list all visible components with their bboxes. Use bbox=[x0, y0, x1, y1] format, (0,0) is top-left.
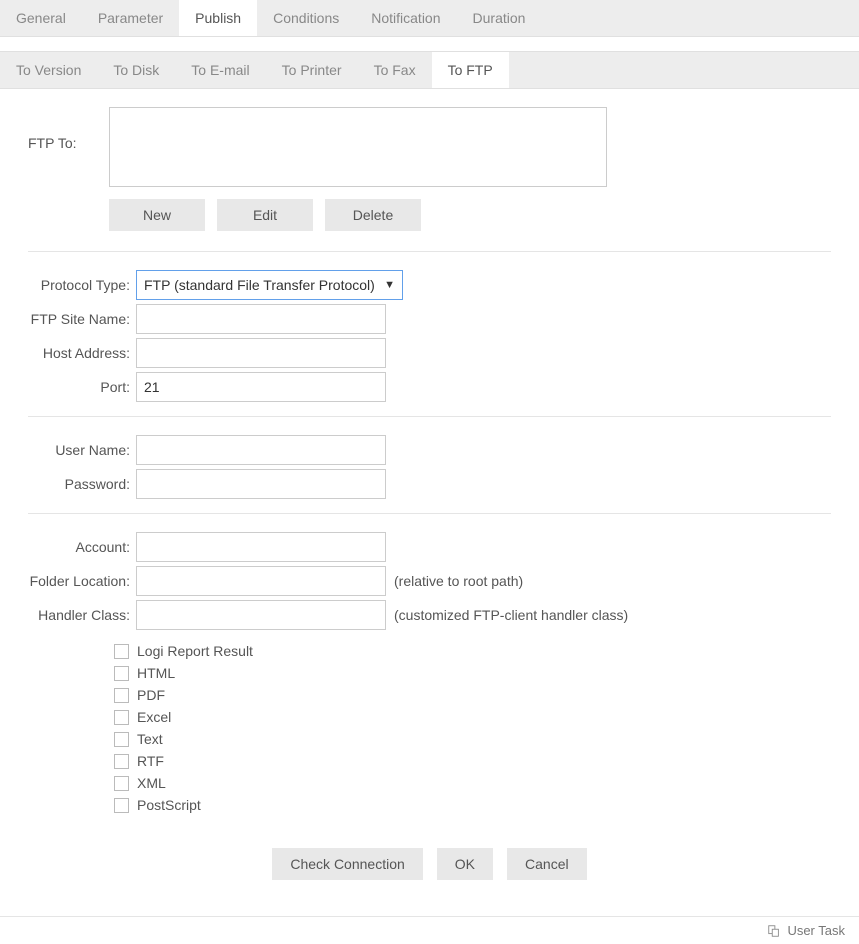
checkbox-text[interactable] bbox=[114, 732, 129, 747]
tab-notification[interactable]: Notification bbox=[355, 0, 456, 36]
delete-button[interactable]: Delete bbox=[325, 199, 421, 231]
checkbox-label-logi-report-result: Logi Report Result bbox=[137, 643, 253, 659]
tab-to-fax[interactable]: To Fax bbox=[358, 52, 432, 88]
tab-general[interactable]: General bbox=[0, 0, 82, 36]
ftp-to-label: FTP To: bbox=[28, 107, 109, 151]
port-input[interactable] bbox=[136, 372, 386, 402]
protocol-type-label: Protocol Type: bbox=[28, 277, 136, 293]
user-name-input[interactable] bbox=[136, 435, 386, 465]
ftp-site-name-label: FTP Site Name: bbox=[28, 311, 136, 327]
tab-duration[interactable]: Duration bbox=[457, 0, 542, 36]
checkbox-label-text: Text bbox=[137, 731, 163, 747]
folder-location-input[interactable] bbox=[136, 566, 386, 596]
protocol-type-select[interactable]: FTP (standard File Transfer Protocol) bbox=[136, 270, 403, 300]
password-label: Password: bbox=[28, 476, 136, 492]
handler-class-hint: (customized FTP-client handler class) bbox=[394, 607, 628, 623]
new-button[interactable]: New bbox=[109, 199, 205, 231]
checkbox-label-xml: XML bbox=[137, 775, 166, 791]
checkbox-logi-report-result[interactable] bbox=[114, 644, 129, 659]
account-input[interactable] bbox=[136, 532, 386, 562]
bottom-bar: User Task bbox=[0, 916, 859, 944]
tab-to-email[interactable]: To E-mail bbox=[175, 52, 265, 88]
tab-to-ftp[interactable]: To FTP bbox=[432, 52, 509, 88]
checkbox-rtf[interactable] bbox=[114, 754, 129, 769]
user-task-label: User Task bbox=[787, 923, 845, 938]
ok-button[interactable]: OK bbox=[437, 848, 493, 880]
user-name-label: User Name: bbox=[28, 442, 136, 458]
checkbox-label-postscript: PostScript bbox=[137, 797, 201, 813]
folder-location-hint: (relative to root path) bbox=[394, 573, 523, 589]
tab-publish[interactable]: Publish bbox=[179, 0, 257, 36]
handler-class-input[interactable] bbox=[136, 600, 386, 630]
folder-location-label: Folder Location: bbox=[28, 573, 136, 589]
port-label: Port: bbox=[28, 379, 136, 395]
tab-to-version[interactable]: To Version bbox=[0, 52, 97, 88]
checkbox-html[interactable] bbox=[114, 666, 129, 681]
checkbox-label-pdf: PDF bbox=[137, 687, 165, 703]
checkbox-label-excel: Excel bbox=[137, 709, 171, 725]
account-label: Account: bbox=[28, 539, 136, 555]
password-input[interactable] bbox=[136, 469, 386, 499]
host-address-label: Host Address: bbox=[28, 345, 136, 361]
cancel-button[interactable]: Cancel bbox=[507, 848, 587, 880]
ftp-to-listbox[interactable] bbox=[109, 107, 607, 187]
checkbox-postscript[interactable] bbox=[114, 798, 129, 813]
main-tab-bar: General Parameter Publish Conditions Not… bbox=[0, 0, 859, 37]
sub-tab-bar: To Version To Disk To E-mail To Printer … bbox=[0, 51, 859, 89]
ftp-site-name-input[interactable] bbox=[136, 304, 386, 334]
check-connection-button[interactable]: Check Connection bbox=[272, 848, 422, 880]
edit-button[interactable]: Edit bbox=[217, 199, 313, 231]
tab-to-disk[interactable]: To Disk bbox=[97, 52, 175, 88]
handler-class-label: Handler Class: bbox=[28, 607, 136, 623]
checkbox-pdf[interactable] bbox=[114, 688, 129, 703]
user-task-icon bbox=[767, 924, 781, 938]
content-area: FTP To: New Edit Delete Protocol Type: F… bbox=[0, 89, 859, 916]
tab-conditions[interactable]: Conditions bbox=[257, 0, 355, 36]
checkbox-excel[interactable] bbox=[114, 710, 129, 725]
checkbox-label-rtf: RTF bbox=[137, 753, 164, 769]
host-address-input[interactable] bbox=[136, 338, 386, 368]
tab-to-printer[interactable]: To Printer bbox=[266, 52, 358, 88]
checkbox-xml[interactable] bbox=[114, 776, 129, 791]
tab-parameter[interactable]: Parameter bbox=[82, 0, 179, 36]
checkbox-label-html: HTML bbox=[137, 665, 175, 681]
